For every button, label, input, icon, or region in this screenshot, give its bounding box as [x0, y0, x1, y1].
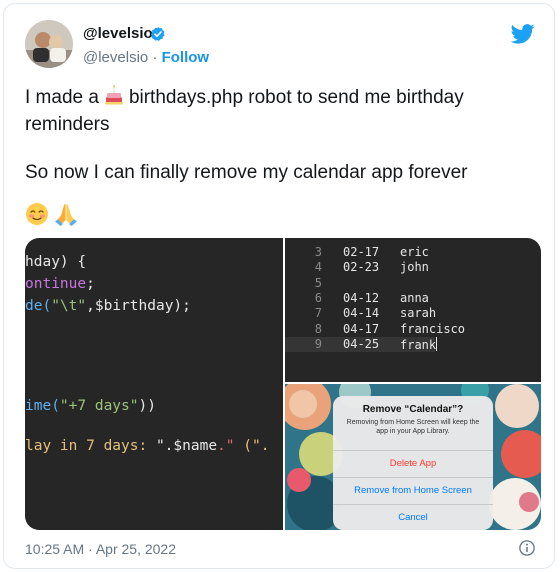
code-token: "+7 days" — [59, 398, 139, 414]
tweet-line-2: reminders — [25, 114, 110, 135]
birthday-date: 02-17 — [343, 245, 380, 259]
editor-row: 7 04-14 sarah — [285, 306, 541, 321]
text-cursor — [436, 336, 438, 351]
birthday-date: 04-17 — [343, 321, 380, 336]
line-number: 5 — [314, 275, 322, 290]
line-number: 3 — [314, 245, 322, 259]
code-token: "\t" — [51, 298, 87, 314]
code-token: hday) { — [25, 254, 87, 270]
code-token: ." — [217, 438, 235, 454]
birthdays-editor-screenshot[interactable]: 3 02-17 eric 4 02-23 john 5 6 04-12 anna 7 04-14 sar… — [285, 238, 541, 382]
birthday-date: 04-14 — [343, 306, 380, 321]
birthday-name: frank — [400, 336, 438, 352]
editor-row: 5 — [285, 276, 541, 291]
birthday-name: eric — [400, 245, 429, 259]
tweet-media[interactable]: hday) { ontinue; de("\t",$birthday); ime("+… — [25, 238, 541, 530]
editor-row: 3 02-17 eric — [285, 245, 541, 260]
birthday-name: francisco — [400, 321, 466, 336]
birthday-date: 02-23 — [343, 260, 380, 275]
line-number: 6 — [314, 290, 322, 305]
folded-hands-icon — [55, 204, 78, 226]
author-handle[interactable]: @levelsio — [83, 49, 148, 66]
code-token: ,$birthday); — [86, 298, 191, 314]
code-token: ime( — [25, 398, 60, 414]
code-token: (". — [234, 438, 270, 454]
remove-calendar-dialog: Remove “Calendar”? Removing from Home Sc… — [333, 396, 493, 530]
line-number: 8 — [314, 321, 322, 336]
line-number: 7 — [314, 306, 322, 321]
code-token: ". — [155, 438, 174, 454]
editor-row: 9 04-25 frank — [285, 336, 438, 352]
emoji-row — [25, 202, 79, 226]
editor-row: 4 02-23 john — [285, 260, 541, 275]
code-screenshot[interactable]: hday) { ontinue; de("\t",$birthday); ime("+… — [25, 238, 283, 530]
editor-row: 8 04-17 francisco — [285, 322, 541, 337]
line-number: 9 — [314, 336, 322, 351]
dialog-title: Remove “Calendar”? — [362, 404, 464, 415]
code-line: hday) { — [25, 254, 86, 270]
birthday-date: 04-12 — [343, 290, 380, 305]
avatar[interactable] — [25, 20, 73, 68]
editor-row: 6 04-12 anna — [285, 291, 541, 306]
line-number: 4 — [314, 260, 322, 275]
birthday-date: 04-25 — [343, 336, 380, 351]
code-line: ontinue; — [25, 276, 95, 292]
cancel-button[interactable]: Cancel — [333, 504, 493, 530]
separator-dot: · — [152, 49, 158, 66]
ios-remove-app-screenshot[interactable]: Remove “Calendar”? Removing from Home Sc… — [285, 384, 541, 530]
code-line: lay in 7 days: ".$name." (". — [25, 438, 269, 454]
tweet-card: @levelsio @levelsio · Follow I made a bi… — [3, 3, 555, 569]
delete-app-button[interactable]: Delete App — [333, 450, 493, 477]
tweet-text: I made a birthdays.php robot to send me … — [25, 84, 535, 185]
remove-from-home-screen-button[interactable]: Remove from Home Screen — [333, 477, 493, 504]
tweet-line-3: So now I can finally remove my calendar … — [25, 162, 468, 183]
verified-badge-icon — [151, 27, 165, 41]
smiling-face-icon — [26, 203, 48, 225]
tweet-line-1: I made a birthdays.php robot to send me … — [25, 84, 535, 113]
code-line: de("\t",$birthday); — [25, 298, 191, 314]
code-token: ; — [86, 276, 95, 292]
code-token: lay in 7 days: — [25, 438, 156, 454]
follow-button[interactable]: Follow — [162, 49, 210, 66]
birthday-name: anna — [400, 290, 429, 305]
birthday-cake-icon — [103, 84, 125, 113]
tweet-timestamp[interactable]: 10:25 AM · Apr 25, 2022 — [25, 541, 176, 557]
birthday-name: john — [400, 260, 429, 275]
code-line: ime("+7 days")) — [25, 398, 156, 414]
code-token: ontinue — [25, 276, 87, 292]
birthday-name: sarah — [400, 306, 437, 321]
code-token: )) — [138, 398, 156, 414]
author-handle-line: @levelsio · Follow — [83, 49, 209, 66]
dialog-message: Removing from Home Screen will keep the … — [346, 419, 480, 435]
code-token: $name — [173, 438, 218, 454]
author-display-name[interactable]: @levelsio — [83, 25, 153, 42]
code-token: de( — [25, 298, 52, 314]
info-icon[interactable] — [518, 539, 536, 557]
twitter-bird-icon[interactable] — [511, 24, 535, 44]
